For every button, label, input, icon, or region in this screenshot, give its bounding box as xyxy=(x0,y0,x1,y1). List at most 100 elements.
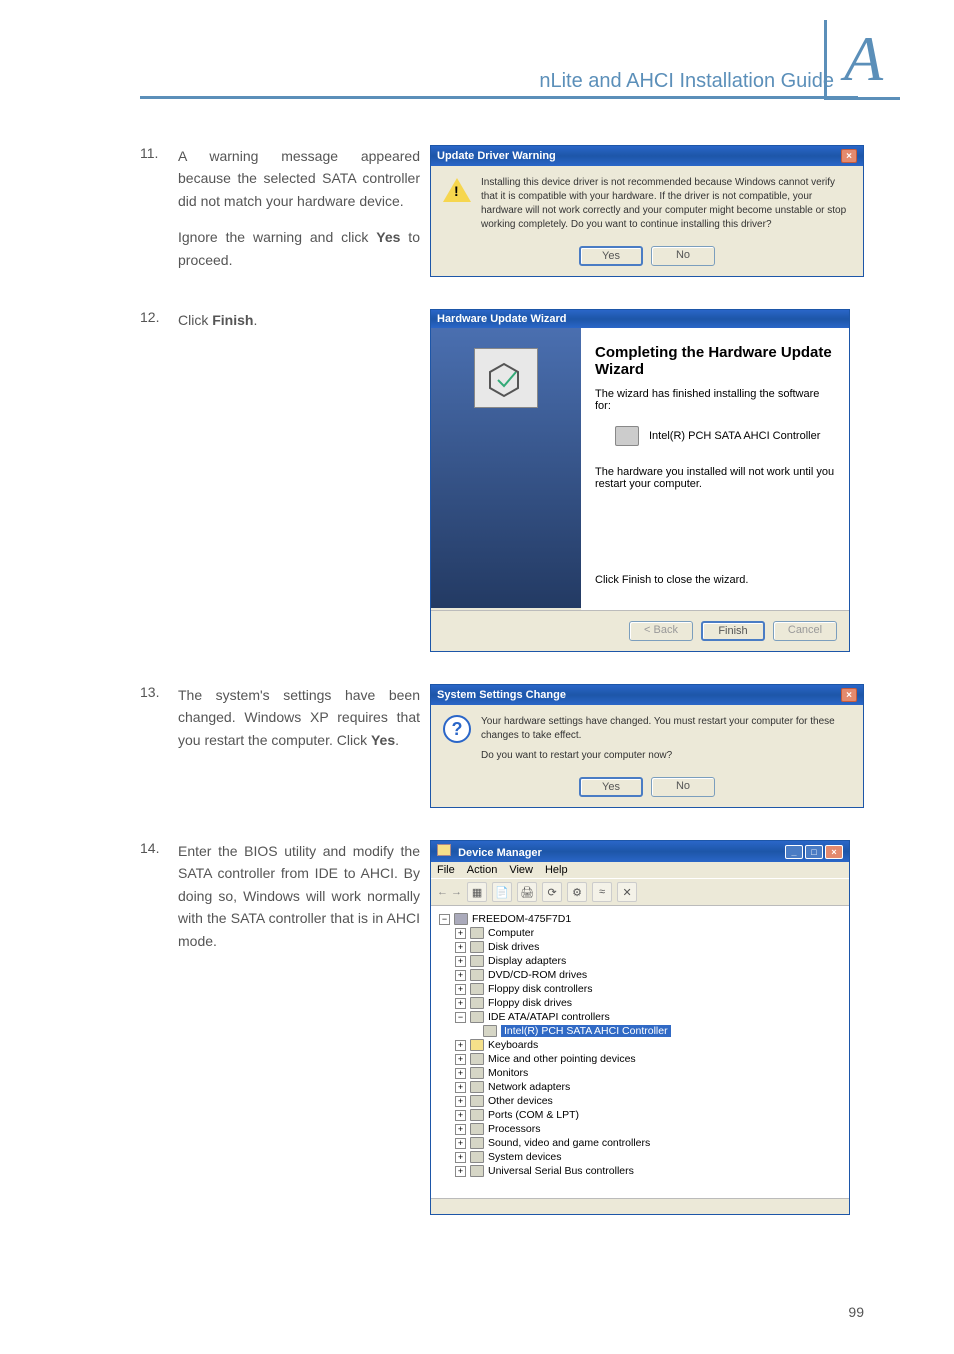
system-settings-change-dialog: System Settings Change × ? Your hardware… xyxy=(430,684,864,808)
expand-icon[interactable]: + xyxy=(455,1054,466,1065)
expand-icon[interactable]: + xyxy=(455,956,466,967)
step-12-c: . xyxy=(253,312,257,328)
step-13-figure: System Settings Change × ? Your hardware… xyxy=(430,684,864,810)
dm-menu-help[interactable]: Help xyxy=(545,864,568,876)
expand-icon[interactable]: + xyxy=(455,928,466,939)
step-11-p2a: Ignore the warning and click xyxy=(178,229,376,245)
expand-icon[interactable]: + xyxy=(455,998,466,1009)
expand-icon[interactable]: + xyxy=(455,1124,466,1135)
tree-node[interactable]: + Computer xyxy=(455,926,841,940)
dm-tb-btn-6[interactable]: ≈ xyxy=(592,882,612,902)
tree-node[interactable]: + Disk drives xyxy=(455,940,841,954)
udw-yes-button[interactable]: Yes xyxy=(579,246,643,266)
node-label: Computer xyxy=(488,927,534,939)
node-label: Floppy disk drives xyxy=(488,997,572,1009)
tree-node[interactable]: +Monitors xyxy=(455,1066,841,1080)
tree-node-selected[interactable]: Intel(R) PCH SATA AHCI Controller xyxy=(483,1024,841,1038)
dm-menu-view[interactable]: View xyxy=(509,864,533,876)
dm-tb-btn-4[interactable]: ⟳ xyxy=(542,882,562,902)
step-12-row: 12. Click Finish. Hardware Update Wizard xyxy=(140,309,864,654)
dm-menu-file[interactable]: File xyxy=(437,864,455,876)
tree-node[interactable]: +System devices xyxy=(455,1150,841,1164)
expand-icon[interactable]: + xyxy=(455,1166,466,1177)
huw-sidebar xyxy=(431,328,581,608)
udw-close-button[interactable]: × xyxy=(841,149,857,163)
udw-no-button[interactable]: No xyxy=(651,246,715,266)
dm-toolbar: ← → ▦ 📄 🖨 ⟳ ⚙ ≈ ✕ xyxy=(431,878,849,906)
device-icon xyxy=(470,983,484,995)
step-11-num: 11. xyxy=(140,145,178,271)
ssc-yes-button[interactable]: Yes xyxy=(579,777,643,797)
header-title: nLite and AHCI Installation Guide xyxy=(539,70,834,93)
tree-node[interactable]: +Keyboards xyxy=(455,1038,841,1052)
dm-title-text: Device Manager xyxy=(458,847,542,859)
expand-icon[interactable]: + xyxy=(455,942,466,953)
tree-node[interactable]: + Ports (COM & LPT) xyxy=(455,1108,841,1122)
tree-node[interactable]: + Floppy disk controllers xyxy=(455,982,841,996)
ssc-title: System Settings Change xyxy=(437,689,566,701)
dm-root-node[interactable]: − FREEDOM-475F7D1 xyxy=(439,912,841,926)
ssc-close-button[interactable]: × xyxy=(841,688,857,702)
update-driver-warning-dialog: Update Driver Warning × Installing this … xyxy=(430,145,864,277)
huw-wizard-icon xyxy=(474,348,538,408)
node-label: Floppy disk controllers xyxy=(488,983,592,995)
node-label: Disk drives xyxy=(488,941,539,953)
tree-node[interactable]: + Floppy disk drives xyxy=(455,996,841,1010)
dm-tb-btn-5[interactable]: ⚙ xyxy=(567,882,587,902)
step-11-figure: Update Driver Warning × Installing this … xyxy=(430,145,864,279)
device-icon xyxy=(470,1011,484,1023)
tree-node[interactable]: +DVD/CD-ROM drives xyxy=(455,968,841,982)
node-label: Universal Serial Bus controllers xyxy=(488,1165,634,1177)
tree-node[interactable]: + Network adapters xyxy=(455,1080,841,1094)
collapse-icon[interactable]: − xyxy=(455,1012,466,1023)
expand-icon[interactable]: + xyxy=(455,984,466,995)
tree-node[interactable]: − IDE ATA/ATAPI controllers xyxy=(455,1010,841,1024)
controller-icon xyxy=(483,1025,497,1037)
node-label: Display adapters xyxy=(488,955,566,967)
step-14-num: 14. xyxy=(140,840,178,952)
ssc-body: ? Your hardware settings have changed. Y… xyxy=(431,705,863,773)
expand-icon[interactable]: + xyxy=(455,970,466,981)
expand-icon[interactable]: + xyxy=(455,1068,466,1079)
dm-tb-btn-7[interactable]: ✕ xyxy=(617,882,637,902)
dm-tb-btn-3[interactable]: 🖨 xyxy=(517,882,537,902)
header-rule xyxy=(140,96,858,99)
expand-icon[interactable]: + xyxy=(455,1040,466,1051)
device-icon xyxy=(470,1081,484,1093)
huw-back-button[interactable]: < Back xyxy=(629,621,693,641)
huw-finish-button[interactable]: Finish xyxy=(701,621,765,641)
ssc-no-button[interactable]: No xyxy=(651,777,715,797)
dm-maximize-button[interactable]: □ xyxy=(805,845,823,859)
node-label: IDE ATA/ATAPI controllers xyxy=(488,1011,610,1023)
device-icon xyxy=(470,955,484,967)
dm-tb-btn-2[interactable]: 📄 xyxy=(492,882,512,902)
dm-minimize-button[interactable]: _ xyxy=(785,845,803,859)
expand-icon[interactable]: + xyxy=(455,1082,466,1093)
tree-node[interactable]: + Universal Serial Bus controllers xyxy=(455,1164,841,1178)
tree-node[interactable]: +Mice and other pointing devices xyxy=(455,1052,841,1066)
node-label: Network adapters xyxy=(488,1081,570,1093)
huw-cancel-button[interactable]: Cancel xyxy=(773,621,837,641)
tree-node[interactable]: + Display adapters xyxy=(455,954,841,968)
ssc-msg1: Your hardware settings have changed. You… xyxy=(481,715,851,743)
node-label: Ports (COM & LPT) xyxy=(488,1109,579,1121)
huw-line3: Click Finish to close the wizard. xyxy=(595,574,835,586)
step-11-p1: A warning message appeared because the s… xyxy=(178,148,420,209)
expand-icon[interactable]: + xyxy=(455,1096,466,1107)
expand-icon[interactable]: + xyxy=(455,1110,466,1121)
controller-icon xyxy=(615,426,639,446)
tree-node[interactable]: +Other devices xyxy=(455,1094,841,1108)
collapse-icon[interactable]: − xyxy=(439,914,450,925)
expand-icon[interactable]: + xyxy=(455,1138,466,1149)
huw-heading: Completing the Hardware Update Wizard xyxy=(595,344,835,378)
huw-body: Completing the Hardware Update Wizard Th… xyxy=(431,328,849,610)
dm-nav-arrows[interactable]: ← → xyxy=(437,886,462,898)
dm-close-button[interactable]: × xyxy=(825,845,843,859)
expand-icon[interactable]: + xyxy=(455,1152,466,1163)
dm-tb-btn-1[interactable]: ▦ xyxy=(467,882,487,902)
dm-menu-action[interactable]: Action xyxy=(467,864,498,876)
dm-window-buttons: _ □ × xyxy=(785,845,843,859)
step-12-b: Finish xyxy=(212,312,253,328)
tree-node[interactable]: +Processors xyxy=(455,1122,841,1136)
tree-node[interactable]: +Sound, video and game controllers xyxy=(455,1136,841,1150)
